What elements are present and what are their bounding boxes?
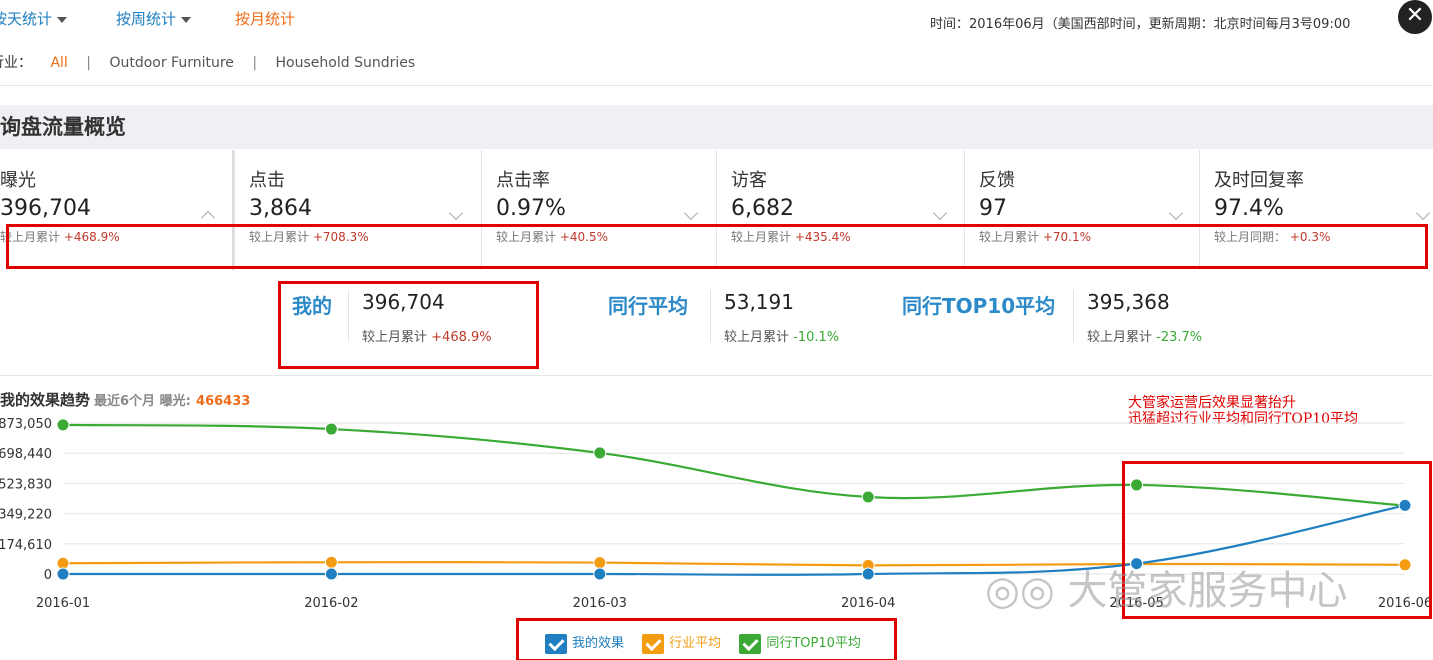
checkbox-icon — [739, 633, 762, 654]
x-tick-label: 2016-02 — [304, 596, 358, 611]
metric-title: 及时回复率 — [1214, 170, 1304, 191]
y-tick-label: 349,220 — [0, 508, 52, 523]
industry-option-outdoor-furniture[interactable]: Outdoor Furniture — [109, 55, 233, 71]
metric-compare: 较上月累计 +708.3% — [249, 230, 369, 244]
data-point-top10-avg — [861, 490, 875, 504]
data-point-my-effect — [1130, 557, 1144, 571]
metric-value: 97.4% — [1214, 196, 1284, 221]
close-icon[interactable]: ✕ — [1398, 0, 1432, 34]
legend-item-top10-avg[interactable]: 同行TOP10平均 — [739, 632, 861, 654]
tab-label: 按周统计 — [116, 10, 177, 28]
separator: | — [252, 55, 258, 71]
metric-compare: 较上月同期： +0.3% — [1214, 230, 1331, 244]
y-tick-label: 698,440 — [0, 447, 52, 462]
series-line-top10-avg — [62, 423, 1406, 507]
data-point-industry-avg — [56, 556, 70, 570]
compare-value-mine: 396,704 — [362, 290, 445, 314]
metric-compare: 较上月累计 +40.5% — [496, 230, 609, 244]
x-tick-label: 2016-01 — [36, 596, 90, 611]
metric-value: 0.97% — [496, 196, 566, 221]
legend-item-industry-avg[interactable]: 行业平均 — [642, 632, 721, 654]
metric-card-visitors[interactable]: 访客 6,682 较上月累计 +435.4% — [716, 150, 964, 270]
chevron-down-icon — [181, 16, 192, 23]
data-point-top10-avg — [324, 422, 338, 436]
data-point-top10-avg — [56, 418, 70, 432]
tab-weekly[interactable]: 按周统计 — [116, 8, 192, 29]
y-tick-label: 873,050 — [0, 417, 52, 432]
y-tick-label: 174,610 — [0, 538, 52, 553]
metric-cards: 曝光 396,704 较上月累计 +468.9% 点击 3,864 较上月累计 … — [0, 150, 1433, 270]
data-point-my-effect — [593, 567, 607, 581]
tab-monthly[interactable]: 按月统计 — [235, 8, 295, 29]
data-point-my-effect — [56, 567, 70, 581]
compare-label-top10-avg: 同行TOP10平均 — [902, 294, 1056, 318]
metric-title: 点击 — [249, 170, 285, 191]
tab-daily[interactable]: 按天统计 — [0, 8, 68, 29]
metric-compare: 较上月累计 +468.9% — [0, 230, 120, 244]
y-tick-label: 523,830 — [0, 477, 52, 492]
tab-label: 按月统计 — [235, 10, 296, 28]
metric-title: 点击率 — [496, 170, 550, 191]
divider — [0, 85, 1433, 86]
x-tick-label: 2016-03 — [573, 596, 627, 611]
compare-sub-industry-avg: 较上月累计 -10.1% — [724, 330, 840, 345]
data-point-my-effect — [1398, 498, 1412, 512]
industry-option-household-sundries[interactable]: Household Sundries — [276, 55, 416, 71]
chevron-down-icon — [57, 16, 68, 23]
checkbox-icon — [642, 633, 665, 654]
top-bar: 按天统计 按周统计 按月统计 时间：2016年06月（美国西部时间，更新周期：北… — [0, 0, 1433, 40]
metric-card-reply-rate[interactable]: 及时回复率 97.4% 较上月同期： +0.3% — [1199, 150, 1433, 270]
section-header: 询盘流量概览 — [0, 105, 1433, 149]
data-point-my-effect — [861, 567, 875, 581]
tab-label: 按天统计 — [0, 10, 53, 28]
x-tick-label: 2016-04 — [841, 596, 895, 611]
data-point-my-effect — [324, 567, 338, 581]
metric-title: 曝光 — [0, 170, 36, 191]
time-info: 时间：2016年06月（美国西部时间，更新周期：北京时间每月3号09:00 — [930, 17, 1351, 32]
separator: | — [86, 55, 91, 71]
data-point-industry-avg — [1398, 558, 1412, 572]
data-point-industry-avg — [593, 556, 607, 570]
compare-label-mine: 我的 — [292, 294, 332, 318]
x-tick-label: 2016-05 — [1109, 596, 1163, 611]
compare-value-industry-avg: 53,191 — [724, 290, 794, 314]
industry-option-all[interactable]: All — [50, 55, 67, 71]
metric-value: 97 — [979, 196, 1007, 221]
metric-title: 反馈 — [979, 170, 1015, 191]
metric-card-clicks[interactable]: 点击 3,864 较上月累计 +708.3% — [234, 150, 481, 270]
metric-card-exposure[interactable]: 曝光 396,704 较上月累计 +468.9% — [0, 150, 234, 270]
divider — [1073, 290, 1074, 342]
compare-value-top10-avg: 395,368 — [1087, 290, 1170, 314]
metric-card-ctr[interactable]: 点击率 0.97% 较上月累计 +40.5% — [481, 150, 716, 270]
compare-label-industry-avg: 同行平均 — [608, 294, 688, 318]
checkbox-icon — [545, 633, 567, 654]
comparison-row: 我的 396,704 较上月累计 +468.9% 同行平均 53,191 较上月… — [0, 280, 1433, 370]
data-point-top10-avg — [593, 446, 607, 460]
metric-card-feedback[interactable]: 反馈 97 较上月累计 +70.1% — [964, 150, 1199, 270]
industry-filter: 行业： All | Outdoor Furniture | Household … — [0, 52, 429, 72]
divider — [710, 290, 711, 342]
x-tick-label: 2016-06 — [1378, 596, 1432, 611]
chart-legend: 我的效果 行业平均 同行TOP10平均 — [545, 632, 875, 654]
metric-compare: 较上月累计 +70.1% — [979, 230, 1092, 244]
trend-chart: 873,050 698,440 523,830 349,220 174,610 0 2016… — [0, 417, 1432, 611]
metric-title: 访客 — [731, 170, 767, 191]
metric-value: 3,864 — [249, 196, 312, 221]
data-point-industry-avg — [324, 555, 338, 569]
legend-item-my-effect[interactable]: 我的效果 — [545, 632, 624, 654]
data-point-top10-avg — [1130, 478, 1144, 492]
divider — [0, 375, 1433, 376]
section-title: 询盘流量概览 — [0, 115, 126, 139]
compare-sub-mine: 较上月累计 +468.9% — [362, 330, 492, 345]
divider — [348, 290, 349, 342]
metric-value: 396,704 — [0, 196, 91, 221]
metric-value: 6,682 — [731, 196, 794, 221]
compare-sub-top10-avg: 较上月累计 -23.7% — [1087, 330, 1203, 345]
metric-compare: 较上月累计 +435.4% — [731, 230, 851, 244]
series-line-industry-avg — [62, 561, 1406, 567]
industry-label: 行业： — [0, 55, 32, 71]
y-tick-label: 0 — [44, 568, 52, 583]
